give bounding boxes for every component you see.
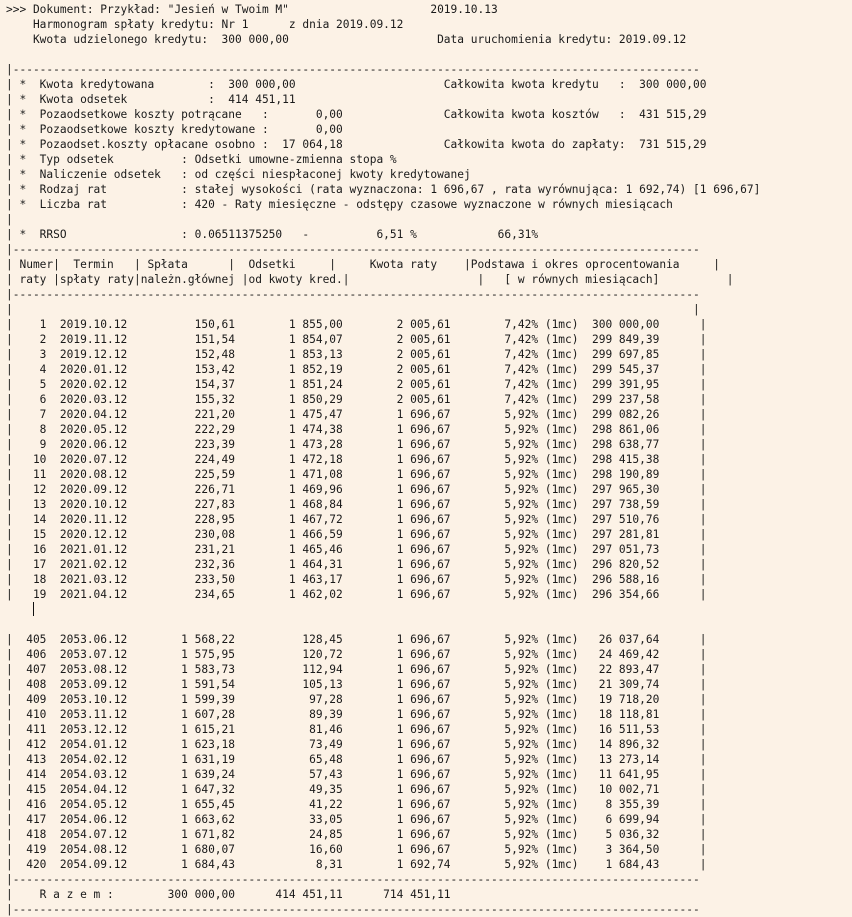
summary-line: | * Liczba rat : 420 - Raty miesięczne -… bbox=[6, 198, 673, 211]
table-row: | 15 2020.12.12 230,08 1 466,59 1 696,67… bbox=[6, 528, 707, 541]
text-cursor-line bbox=[6, 602, 852, 617]
schedule-document: >>> Dokument: Przykład: "Jesień w Twoim … bbox=[0, 0, 852, 917]
table-row: | 410 2053.11.12 1 607,28 89,39 1 696,67… bbox=[6, 708, 707, 721]
table-row: | 8 2020.05.12 222,29 1 474,38 1 696,67 … bbox=[6, 423, 707, 436]
summary-line: | * Pozaodset.koszty opłacane osobno : 1… bbox=[6, 138, 707, 151]
summary-line: | * RRSO : 0.06511375250 - 6,51 % 66,31% bbox=[6, 228, 539, 241]
summary-line: | * Rodzaj rat : stałej wysokości (rata … bbox=[6, 183, 761, 196]
summary-line: | * Pozaodsetkowe koszty potrącane : 0,0… bbox=[6, 108, 707, 121]
table-row: | 406 2053.07.12 1 575,95 120,72 1 696,6… bbox=[6, 648, 707, 661]
table-row: | 2 2019.11.12 151,54 1 854,07 2 005,61 … bbox=[6, 333, 707, 346]
summary-line: | * Naliczenie odsetek : od części niesp… bbox=[6, 168, 471, 181]
totals-line: | R a z e m : 300 000,00 414 451,11 714 … bbox=[6, 888, 451, 901]
table-row: | 418 2054.07.12 1 671,82 24,85 1 696,67… bbox=[6, 828, 707, 841]
table-row: | 408 2053.09.12 1 591,54 105,13 1 696,6… bbox=[6, 678, 707, 691]
table-row: | 1 2019.10.12 150,61 1 855,00 2 005,61 … bbox=[6, 318, 707, 331]
table-row: | 3 2019.12.12 152,48 1 853,13 2 005,61 … bbox=[6, 348, 707, 361]
table-row: | 5 2020.02.12 154,37 1 851,24 2 005,61 … bbox=[6, 378, 707, 391]
table-row: | 420 2054.09.12 1 684,43 8,31 1 692,74 … bbox=[6, 858, 707, 871]
table-row: | 414 2054.03.12 1 639,24 57,43 1 696,67… bbox=[6, 768, 707, 781]
table-row: | 6 2020.03.12 155,32 1 850,29 2 005,61 … bbox=[6, 393, 707, 406]
table-row: | 419 2054.08.12 1 680,07 16,60 1 696,67… bbox=[6, 843, 707, 856]
table-row: | 411 2053.12.12 1 615,21 81,46 1 696,67… bbox=[6, 723, 707, 736]
summary-line: | * Kwota kredytowana : 300 000,00 Całko… bbox=[6, 78, 707, 91]
table-row: | 4 2020.01.12 153,42 1 852,19 2 005,61 … bbox=[6, 363, 707, 376]
separator-rule: |---------------------------------------… bbox=[6, 903, 700, 916]
summary-line: | * Typ odsetek : Odsetki umowne-zmienna… bbox=[6, 153, 397, 166]
table-row: | 9 2020.06.12 223,39 1 473,28 1 696,67 … bbox=[6, 438, 707, 451]
table-row: | 13 2020.10.12 227,83 1 468,84 1 696,67… bbox=[6, 498, 707, 511]
table-header-line: | raty |spłaty raty|należn.głównej |od k… bbox=[6, 273, 734, 286]
separator-rule: |---------------------------------------… bbox=[6, 873, 700, 886]
text-cursor bbox=[32, 602, 34, 616]
table-row: | 409 2053.10.12 1 599,39 97,28 1 696,67… bbox=[6, 693, 707, 706]
table-rows-last: | 405 2053.06.12 1 568,22 128,45 1 696,6… bbox=[6, 632, 852, 872]
separator-rule: |---------------------------------------… bbox=[6, 63, 700, 76]
separator-rule: |---------------------------------------… bbox=[6, 243, 700, 256]
doc-header-line: >>> Dokument: Przykład: "Jesień w Twoim … bbox=[6, 3, 498, 16]
table-row: | 415 2054.04.12 1 647,32 49,35 1 696,67… bbox=[6, 783, 707, 796]
table-header-line: | Numer| Termin | Spłata | Odsetki | Kwo… bbox=[6, 258, 720, 271]
doc-header-line: Kwota udzielonego kredytu: 300 000,00 Da… bbox=[6, 33, 687, 46]
table-row: | 7 2020.04.12 221,20 1 475,47 1 696,67 … bbox=[6, 408, 707, 421]
table-row: | 14 2020.11.12 228,95 1 467,72 1 696,67… bbox=[6, 513, 707, 526]
table-row: | 12 2020.09.12 226,71 1 469,96 1 696,67… bbox=[6, 483, 707, 496]
table-row: | 412 2054.01.12 1 623,18 73,49 1 696,67… bbox=[6, 738, 707, 751]
table-row: | 16 2021.01.12 231,21 1 465,46 1 696,67… bbox=[6, 543, 707, 556]
terminal-screen: >>> Dokument: Przykład: "Jesień w Twoim … bbox=[0, 0, 852, 916]
table-row: | 413 2054.02.12 1 631,19 65,48 1 696,67… bbox=[6, 753, 707, 766]
table-row: | 405 2053.06.12 1 568,22 128,45 1 696,6… bbox=[6, 633, 707, 646]
table-row: | 11 2020.08.12 225,59 1 471,08 1 696,67… bbox=[6, 468, 707, 481]
summary-line: | * Pozaodsetkowe koszty kredytowane : 0… bbox=[6, 123, 343, 136]
doc-header-line: Harmonogram spłaty kredytu: Nr 1 z dnia … bbox=[6, 18, 404, 31]
table-rows-first: | 1 2019.10.12 150,61 1 855,00 2 005,61 … bbox=[6, 317, 852, 602]
table-row: | 416 2054.05.12 1 655,45 41,22 1 696,67… bbox=[6, 798, 707, 811]
table-blank-row: | | bbox=[6, 303, 700, 316]
table-row: | 18 2021.03.12 233,50 1 463,17 1 696,67… bbox=[6, 573, 707, 586]
table-row: | 407 2053.08.12 1 583,73 112,94 1 696,6… bbox=[6, 663, 707, 676]
table-row: | 17 2021.02.12 232,36 1 464,31 1 696,67… bbox=[6, 558, 707, 571]
table-row: | 417 2054.06.12 1 663,62 33,05 1 696,67… bbox=[6, 813, 707, 826]
summary-line: | * Kwota odsetek : 414 451,11 bbox=[6, 93, 296, 106]
table-row: | 19 2021.04.12 234,65 1 462,02 1 696,67… bbox=[6, 588, 707, 601]
summary-line: | bbox=[6, 213, 13, 226]
table-row: | 10 2020.07.12 224,49 1 472,18 1 696,67… bbox=[6, 453, 707, 466]
separator-rule: |---------------------------------------… bbox=[6, 288, 700, 301]
